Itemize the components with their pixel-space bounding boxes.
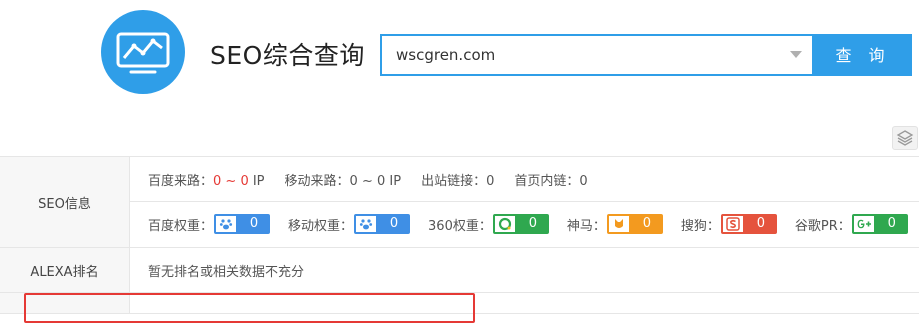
seo-info-row: SEO信息 百度来路：0 ~ 0 IP 移动来路：0 ~ 0 IP 出站链接：0… bbox=[0, 157, 919, 248]
alexa-value: 暂无排名或相关数据不充分 bbox=[148, 264, 305, 280]
monitor-chart-icon bbox=[116, 32, 170, 74]
stat-unit: IP bbox=[385, 173, 402, 189]
page-title: SEO综合查询 bbox=[210, 41, 365, 70]
360-weight-badge[interactable]: 0 bbox=[492, 214, 549, 234]
weight-label: 谷歌PR： bbox=[794, 218, 851, 234]
shenma-icon bbox=[606, 214, 631, 234]
google-pr-badge[interactable]: 0 bbox=[851, 214, 908, 234]
traffic-stats: 百度来路：0 ~ 0 IP 移动来路：0 ~ 0 IP 出站链接：0 首页内链：… bbox=[130, 157, 919, 202]
weight-value: 0 bbox=[378, 214, 411, 234]
weight-badges: 百度权重： 0 移动权重： 0 360权重： 0 神马： 0 搜狗： 0 谷歌P… bbox=[130, 202, 919, 246]
weight-value: 0 bbox=[630, 214, 663, 234]
sogou-icon bbox=[720, 214, 745, 234]
paw-icon bbox=[214, 214, 239, 234]
sogou-weight-badge[interactable]: 0 bbox=[720, 214, 777, 234]
google-pr-weight: 谷歌PR： 0 bbox=[795, 214, 908, 234]
chevron-down-icon[interactable] bbox=[790, 51, 802, 58]
baidu-weight: 百度权重： 0 bbox=[148, 214, 271, 234]
sogou-weight: 搜狗： 0 bbox=[681, 214, 777, 234]
stat-label: 出站链接： bbox=[421, 173, 487, 189]
weight-value: 0 bbox=[744, 214, 777, 234]
weight-label: 搜狗： bbox=[680, 218, 720, 234]
weight-label: 神马： bbox=[566, 218, 606, 234]
seo-info-label: SEO信息 bbox=[0, 157, 130, 247]
paw-icon bbox=[354, 214, 379, 234]
mobile-weight-badge[interactable]: 0 bbox=[354, 214, 411, 234]
stat-value: 0 ~ 0 bbox=[349, 173, 386, 189]
mobile-weight: 移动权重： 0 bbox=[288, 214, 411, 234]
search-button[interactable]: 查 询 bbox=[814, 34, 912, 76]
weight-label: 百度权重： bbox=[148, 218, 214, 234]
shenma-weight-badge[interactable]: 0 bbox=[606, 214, 663, 234]
360-weight: 360权重： 0 bbox=[428, 214, 549, 234]
baidu-weight-badge[interactable]: 0 bbox=[214, 214, 271, 234]
internal-links-stat: 首页内链：0 bbox=[514, 170, 587, 189]
weight-label: 移动权重： bbox=[288, 218, 354, 234]
360-icon bbox=[492, 214, 517, 234]
stat-unit: IP bbox=[248, 173, 265, 189]
outbound-links-stat: 出站链接：0 bbox=[421, 170, 494, 189]
weight-label: 360权重： bbox=[428, 218, 492, 234]
stat-label: 首页内链： bbox=[514, 173, 580, 189]
stat-label: 移动来路： bbox=[284, 173, 350, 189]
weight-value: 0 bbox=[238, 214, 271, 234]
seo-info-table: SEO信息 百度来路：0 ~ 0 IP 移动来路：0 ~ 0 IP 出站链接：0… bbox=[0, 156, 919, 314]
baidu-traffic-stat: 百度来路：0 ~ 0 IP bbox=[148, 170, 265, 189]
highlight-annotation bbox=[24, 293, 475, 323]
stat-value: 0 bbox=[579, 173, 588, 189]
weight-value: 0 bbox=[875, 214, 908, 234]
weight-value: 0 bbox=[516, 214, 549, 234]
app-logo bbox=[101, 10, 185, 94]
search-box[interactable] bbox=[380, 34, 814, 76]
stat-label: 百度来路： bbox=[148, 173, 214, 189]
layers-icon[interactable] bbox=[892, 126, 918, 150]
alexa-row: ALEXA排名 暂无排名或相关数据不充分 bbox=[0, 248, 919, 293]
stat-value[interactable]: 0 ~ 0 bbox=[213, 174, 249, 189]
alexa-label: ALEXA排名 bbox=[0, 248, 130, 292]
google-plus-icon bbox=[851, 214, 876, 234]
stat-value: 0 bbox=[486, 173, 495, 189]
search-input[interactable] bbox=[382, 36, 782, 74]
shenma-weight: 神马： 0 bbox=[567, 214, 663, 234]
mobile-traffic-stat: 移动来路：0 ~ 0 IP bbox=[285, 170, 402, 189]
